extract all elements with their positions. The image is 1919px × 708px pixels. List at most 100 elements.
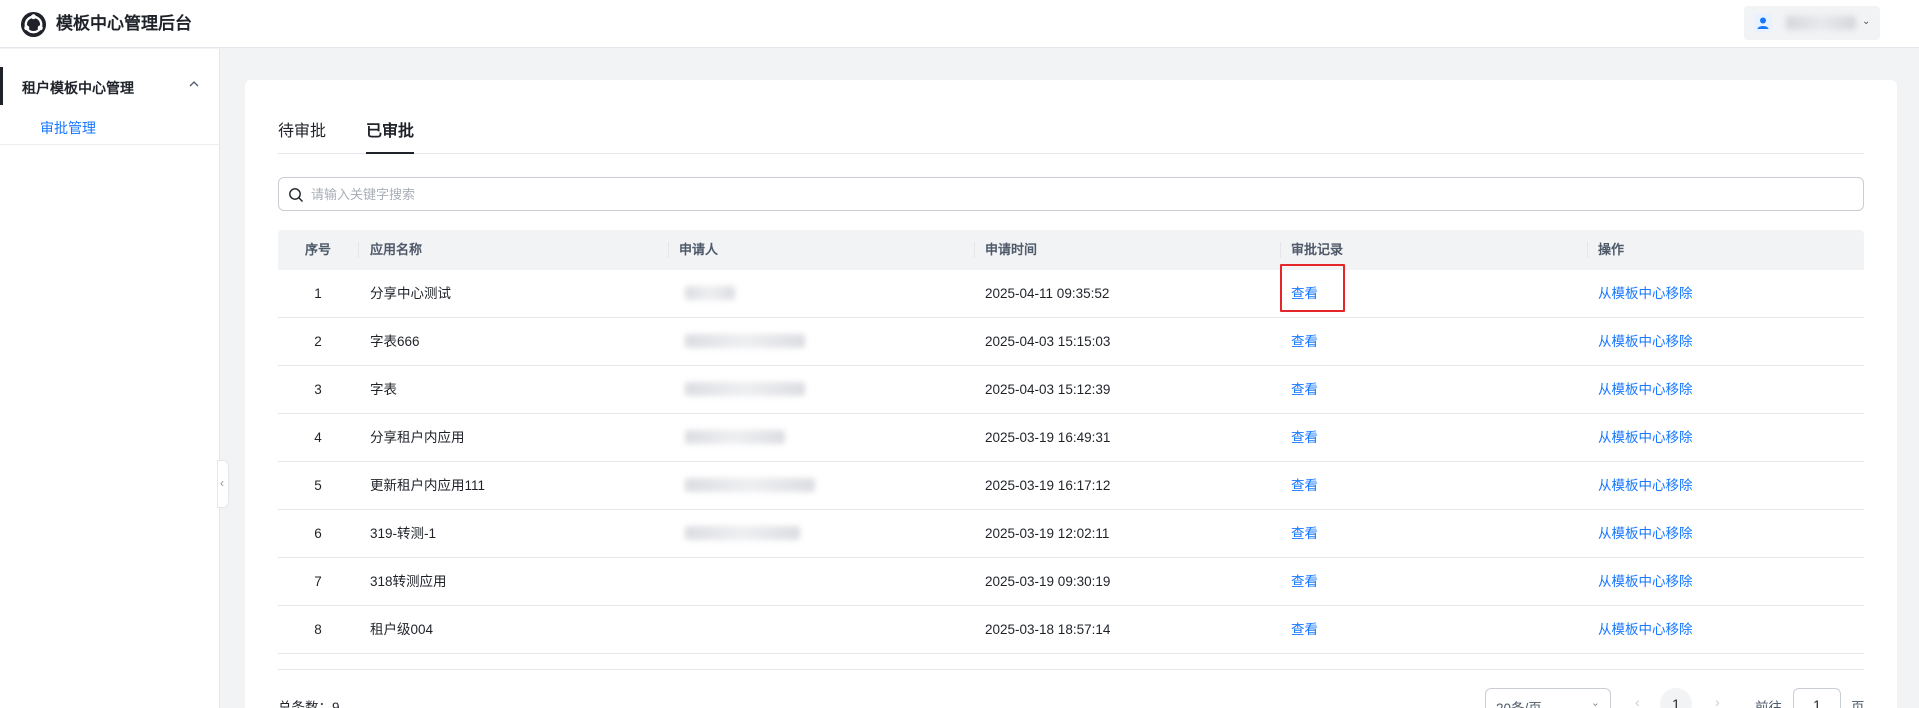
remove-from-template-center-link[interactable]: 从模板中心移除	[1598, 414, 1693, 462]
cell-app-name: 分享中心测试	[370, 286, 451, 301]
chevron-up-icon	[189, 81, 199, 87]
view-record-link[interactable]: 查看	[1291, 462, 1318, 510]
table-row: 8 租户级004 2025-03-18 18:57:14 查看 从模板中心移除	[278, 606, 1864, 654]
page-size-select[interactable]: 20条/页 ⌄	[1485, 688, 1611, 708]
sidebar-item-label: 审批管理	[40, 120, 96, 136]
remove-from-template-center-link[interactable]: 从模板中心移除	[1598, 366, 1693, 414]
cell-app-name: 字表666	[370, 334, 420, 349]
tab-pending[interactable]: 待审批	[278, 120, 326, 154]
remove-from-template-center-link[interactable]: 从模板中心移除	[1598, 270, 1693, 318]
chevron-down-icon: ⌄	[1862, 16, 1871, 27]
column-header-apply-time: 申请时间	[985, 242, 1038, 257]
page-jump-input[interactable]	[1793, 688, 1841, 708]
cell-app-name: 分享租户内应用	[370, 430, 465, 445]
approval-table: 序号 应用名称 申请人 申请时间 审批记录 操作 1 分享中心测试 2025-0…	[278, 230, 1864, 654]
table-header: 序号 应用名称 申请人 申请时间 审批记录 操作	[278, 230, 1864, 270]
cell-apply-time: 2025-04-11 09:35:52	[985, 286, 1110, 301]
remove-from-template-center-link[interactable]: 从模板中心移除	[1598, 462, 1693, 510]
column-header-actions: 操作	[1598, 242, 1625, 257]
column-divider	[358, 242, 359, 258]
table-row: 4 分享租户内应用 2025-03-19 16:49:31 查看 从模板中心移除	[278, 414, 1864, 462]
highlight-box	[1280, 264, 1345, 312]
cell-index: 2	[314, 334, 322, 349]
cell-applicant-redacted	[685, 526, 800, 540]
cell-index: 7	[314, 574, 322, 589]
cell-apply-time: 2025-04-03 15:12:39	[985, 382, 1111, 397]
prev-page-button[interactable]: ‹	[1635, 694, 1640, 708]
cell-app-name: 更新租户内应用111	[370, 478, 486, 493]
cell-apply-time: 2025-03-19 16:49:31	[985, 430, 1111, 445]
table-row: 6 319-转测-1 2025-03-19 12:02:11 查看 从模板中心移…	[278, 510, 1864, 558]
view-record-link[interactable]: 查看	[1291, 414, 1318, 462]
cell-apply-time: 2025-03-19 16:17:12	[985, 478, 1111, 493]
column-header-index: 序号	[304, 242, 331, 257]
remove-from-template-center-link[interactable]: 从模板中心移除	[1598, 510, 1693, 558]
sidebar-item-approval[interactable]: 审批管理	[0, 111, 220, 143]
main-card: 待审批 已审批 序号 应用名称 申请人 申请时间 审批记录 操作 1 分享中心测…	[245, 80, 1897, 708]
top-bar: 模板中心管理后台 ⌄	[0, 0, 1919, 48]
cell-app-name: 319-转测-1	[370, 526, 437, 541]
cell-applicant-redacted	[685, 478, 815, 492]
user-menu[interactable]: ⌄	[1744, 6, 1880, 40]
cell-apply-time: 2025-03-18 18:57:14	[985, 622, 1111, 637]
table-row: 1 分享中心测试 2025-04-11 09:35:52 查看 从模板中心移除	[278, 270, 1864, 318]
cell-app-name: 字表	[370, 382, 397, 397]
cell-index: 1	[314, 286, 322, 301]
cell-index: 5	[314, 478, 322, 493]
cell-apply-time: 2025-03-19 09:30:19	[985, 574, 1111, 589]
column-header-applicant: 申请人	[679, 242, 719, 257]
table-body: 1 分享中心测试 2025-04-11 09:35:52 查看 从模板中心移除 …	[278, 270, 1864, 654]
cell-apply-time: 2025-03-19 12:02:11	[985, 526, 1110, 541]
view-record-link[interactable]: 查看	[1291, 606, 1318, 654]
tab-approved[interactable]: 已审批	[366, 120, 415, 154]
chevron-left-icon: ‹	[220, 476, 224, 490]
jump-suffix: 页	[1851, 700, 1865, 708]
cell-app-name: 318转测应用	[370, 574, 447, 589]
table-row: 2 字表666 2025-04-03 15:15:03 查看 从模板中心移除	[278, 318, 1864, 366]
column-divider	[974, 242, 975, 258]
user-icon	[1754, 14, 1772, 32]
cell-apply-time: 2025-04-03 15:15:03	[985, 334, 1111, 349]
remove-from-template-center-link[interactable]: 从模板中心移除	[1598, 558, 1693, 606]
user-name-redacted	[1786, 16, 1856, 30]
cell-applicant-redacted	[685, 382, 805, 396]
cell-index: 3	[314, 382, 322, 397]
search-box	[278, 177, 1864, 211]
next-page-button[interactable]: ›	[1715, 694, 1720, 708]
view-record-link[interactable]: 查看	[1291, 558, 1318, 606]
table-row: 3 字表 2025-04-03 15:12:39 查看 从模板中心移除	[278, 366, 1864, 414]
search-input[interactable]	[311, 178, 1851, 210]
column-header-app-name: 应用名称	[370, 242, 423, 257]
jump-label: 前往	[1755, 700, 1782, 708]
view-record-link[interactable]: 查看	[1291, 318, 1318, 366]
cell-index: 6	[314, 526, 322, 541]
view-record-link[interactable]: 查看	[1291, 510, 1318, 558]
view-record-link[interactable]: 查看	[1291, 366, 1318, 414]
table-row: 5 更新租户内应用111 2025-03-19 16:17:12 查看 从模板中…	[278, 462, 1864, 510]
page-number-current[interactable]: 1	[1660, 688, 1692, 708]
cell-applicant-redacted	[685, 286, 735, 300]
cell-app-name: 租户级004	[370, 622, 434, 637]
total-count: 总条数：9	[278, 700, 340, 708]
sidebar: 租户模板中心管理 审批管理	[0, 49, 220, 708]
cell-applicant-redacted	[685, 334, 805, 348]
search-icon	[289, 188, 303, 202]
sidebar-divider	[0, 144, 219, 145]
remove-from-template-center-link[interactable]: 从模板中心移除	[1598, 606, 1693, 654]
chevron-down-icon: ⌄	[1590, 697, 1600, 708]
column-divider	[1587, 242, 1588, 258]
table-row: 7 318转测应用 2025-03-19 09:30:19 查看 从模板中心移除	[278, 558, 1864, 606]
remove-from-template-center-link[interactable]: 从模板中心移除	[1598, 318, 1693, 366]
cell-index: 4	[314, 430, 322, 445]
page-size-value: 20条/页	[1496, 697, 1542, 708]
sidebar-group-tenant-template[interactable]: 租户模板中心管理	[0, 67, 220, 105]
sidebar-group-label: 租户模板中心管理	[22, 80, 134, 96]
column-divider	[668, 242, 669, 258]
cell-index: 8	[314, 622, 322, 637]
footer-divider	[278, 669, 1864, 670]
sidebar-collapse-handle[interactable]: ‹	[217, 460, 229, 508]
tab-bar: 待审批 已审批	[278, 120, 1864, 154]
column-divider	[1280, 242, 1281, 258]
app-title: 模板中心管理后台	[56, 14, 192, 33]
logo-icon	[20, 11, 47, 38]
